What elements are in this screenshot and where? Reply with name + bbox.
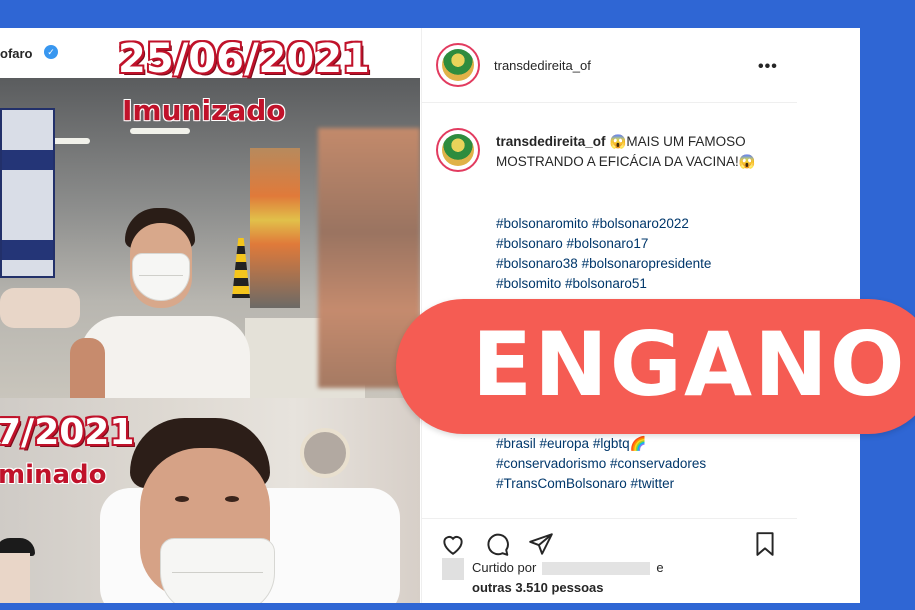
liked-by-prefix: Curtido por [472,560,537,575]
vaccination-banner [0,108,55,278]
wall-oxygen-device [300,428,350,478]
share-icon[interactable] [528,531,554,557]
hashtag-list-top: #bolsonaromito #bolsonaro2022 #bolsonaro… [496,214,786,294]
hashtag-line[interactable]: #bolsomito #bolsonaro51 [496,274,786,294]
hashtag-line[interactable]: #TransComBolsonaro #twitter [496,474,786,494]
liker-avatar[interactable] [442,558,464,580]
post-actions-bar [422,518,797,558]
heart-icon[interactable] [440,531,466,557]
bookmark-icon[interactable] [752,531,778,557]
parking-pillar [250,148,300,308]
photo-owner-name: ofaro [0,46,33,61]
man-getting-vaccine [70,198,250,398]
blurred-username[interactable] [542,562,651,576]
likes-summary: Curtido por e outras 3.510 pessoas [472,558,664,598]
liked-by-suffix: e [656,560,664,575]
face-mask [160,538,275,603]
top-date-label: 25/06/2021 [118,36,370,82]
verdict-label: ENGANO [472,313,907,416]
verified-badge-icon: ✓ [44,45,58,59]
post-image: ofaro ✓ 25/06/2021 Imunizado 7/2021 mina… [0,28,420,603]
caption-avatar[interactable] [436,128,480,172]
nurse-hand [0,288,80,328]
ceiling-light [130,128,190,134]
hashtag-line[interactable]: #bolsonaro38 #bolsonaropresidente [496,254,786,274]
caption-username[interactable]: transdedireita_of [496,134,606,149]
hashtag-line[interactable]: #brasil #europa #lgbtq🌈 [496,434,786,454]
avatar[interactable] [436,43,480,87]
hashtag-line[interactable]: #bolsonaromito #bolsonaro2022 [496,214,786,234]
hashtag-list-bottom: #brasil #europa #lgbtq🌈 #conservadorismo… [496,434,786,494]
more-options-icon[interactable]: ••• [758,58,778,76]
bottom-date-label: 7/2021 [0,412,135,453]
hashtag-line[interactable]: #conservadorismo #conservadores [496,454,786,474]
hashtag-line[interactable]: #bolsonaro #bolsonaro17 [496,234,786,254]
header-username[interactable]: transdedireita_of [494,58,591,73]
likes-count[interactable]: outras 3.510 pessoas [472,578,664,598]
top-status-label: Imunizado [122,94,286,127]
post-header: transdedireita_of ••• [422,28,797,103]
verdict-stamp: ENGANO [396,299,915,434]
bottom-status-label: minado [0,460,107,490]
ceiling-light [50,138,90,144]
post-caption: transdedireita_of 😱MAIS UM FAMOSO MOSTRAN… [496,132,786,172]
comment-icon[interactable] [484,531,510,557]
